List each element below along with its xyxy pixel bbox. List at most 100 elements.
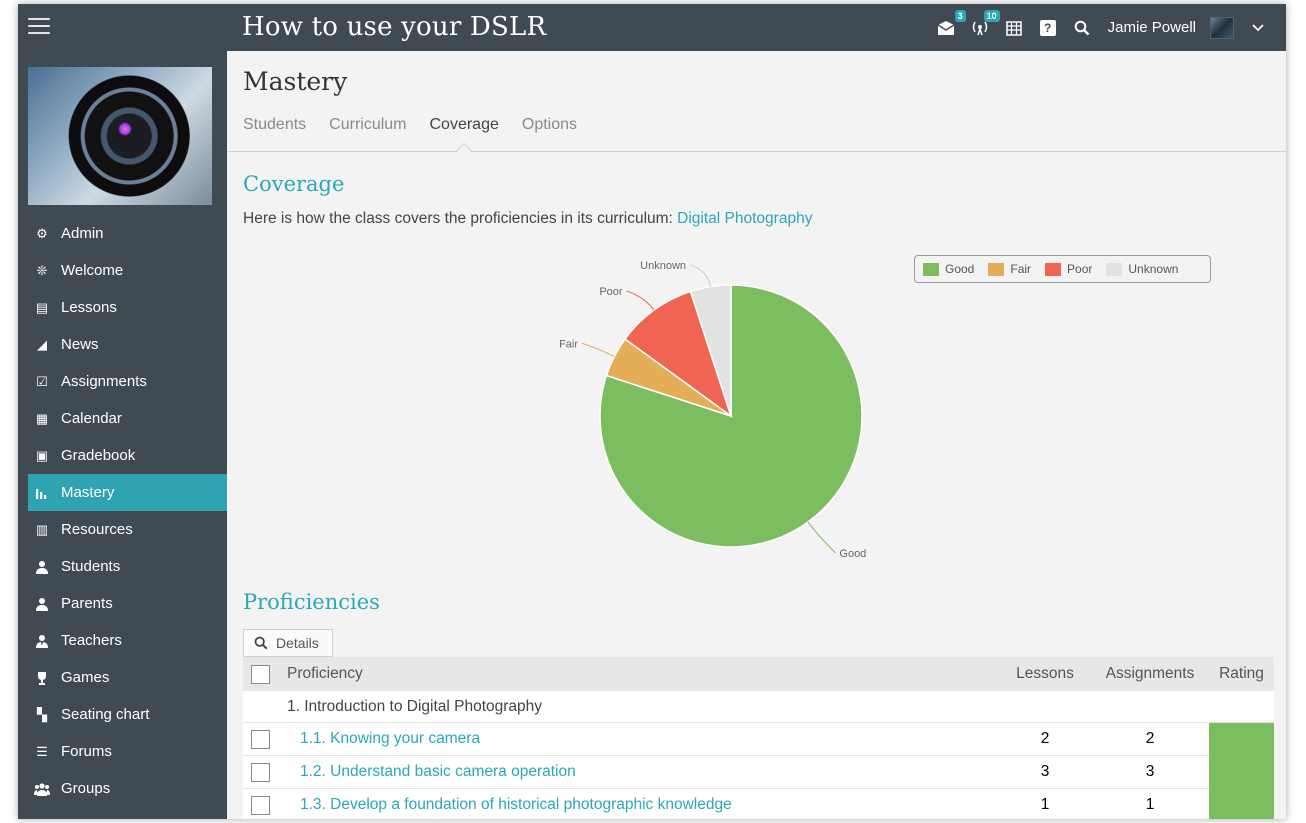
main-content: Mastery Students Curriculum Coverage Opt… [227, 51, 1286, 819]
assignments-count: 3 [1145, 763, 1155, 780]
user-icon [34, 596, 50, 612]
sidebar-item-label: Mastery [61, 484, 115, 501]
lessons-count: 3 [1040, 763, 1050, 780]
row-checkbox[interactable] [251, 729, 270, 749]
top-toolbar: 3 10 ? Jamie Powell [936, 4, 1268, 51]
lessons-count: 1 [1040, 796, 1050, 813]
teacher-icon [34, 633, 50, 649]
proficiency-table: Proficiency Lessons Assignments Rating 1… [243, 657, 1274, 819]
sidebar-item-mastery[interactable]: Mastery [28, 474, 227, 511]
sidebar-item-assignments[interactable]: ☑ Assignments [18, 363, 227, 400]
sidebar-item-welcome[interactable]: ❊ Welcome [18, 252, 227, 289]
notifications-badge: 10 [983, 9, 1000, 22]
sidebar-item-label: Welcome [61, 262, 124, 279]
tab-options[interactable]: Options [522, 116, 577, 134]
messages-badge: 3 [954, 9, 966, 22]
chart-legend: Good Fair Poor Unknown [914, 255, 1211, 283]
tab-curriculum[interactable]: Curriculum [329, 116, 406, 134]
details-button[interactable]: Details [243, 629, 333, 657]
sidebar-item-teachers[interactable]: Teachers [18, 622, 227, 659]
sidebar-item-label: Calendar [61, 410, 122, 427]
proficiency-link[interactable]: 1.3. Develop a foundation of historical … [300, 796, 732, 814]
avatar[interactable] [1210, 16, 1234, 39]
pie-label-poor: Poor [599, 286, 623, 298]
sidebar-item-resources[interactable]: ▥ Resources [18, 511, 227, 548]
chevron-down-icon[interactable] [1248, 18, 1268, 38]
seating-icon: ▚ [37, 706, 47, 722]
legend-item-good[interactable]: Good [923, 262, 974, 276]
messages-icon[interactable]: 3 [936, 9, 966, 38]
sidebar-item-label: Parents [61, 595, 113, 612]
sidebar-item-news[interactable]: ◢ News [18, 326, 227, 363]
menu-icon[interactable] [28, 18, 50, 36]
notifications-icon[interactable]: 10 [970, 9, 1000, 38]
curriculum-link[interactable]: Digital Photography [677, 210, 812, 227]
sidebar-item-students[interactable]: Students [18, 548, 227, 585]
tab-students[interactable]: Students [243, 116, 306, 134]
table-row: 1.2. Understand basic camera operation 3… [243, 756, 1274, 789]
tab-coverage[interactable]: Coverage [430, 116, 499, 134]
select-all-checkbox[interactable] [251, 664, 270, 684]
sidebar-item-forums[interactable]: ☰ Forums [18, 733, 227, 770]
sidebar-item-label: Assignments [61, 373, 147, 390]
list-icon: ☰ [36, 743, 48, 759]
app-window: How to use your DSLR 3 10 ? Jamie Powell [18, 4, 1286, 819]
user-icon [34, 559, 50, 575]
sidebar-item-label: Students [61, 558, 121, 575]
sidebar-item-calendar[interactable]: ▦ Calendar [18, 400, 227, 437]
rating-cell [1209, 789, 1274, 819]
coverage-description-text: Here is how the class covers the profici… [243, 210, 678, 227]
sidebar-item-label: Teachers [61, 632, 122, 649]
legend-item-poor[interactable]: Poor [1045, 262, 1092, 276]
sidebar-item-groups[interactable]: Groups [18, 770, 227, 807]
sidebar-item-lessons[interactable]: ▤ Lessons [18, 289, 227, 326]
tab-bar: Students Curriculum Coverage Options [243, 116, 577, 134]
coverage-description: Here is how the class covers the profici… [243, 210, 812, 228]
sidebar-item-label: Seating chart [61, 706, 150, 723]
search-icon [254, 636, 268, 650]
sidebar-item-admin[interactable]: ⚙ Admin [18, 215, 227, 252]
legend-label: Poor [1067, 262, 1093, 276]
pie-leader-line [581, 342, 615, 357]
rating-cell [1209, 756, 1274, 789]
column-header-assignments[interactable]: Assignments [1100, 665, 1200, 683]
table-row: 1.1. Knowing your camera 2 2 [243, 723, 1274, 756]
legend-item-fair[interactable]: Fair [988, 262, 1031, 276]
pie-label-good: Good [839, 548, 866, 560]
library-icon: ▥ [35, 521, 49, 537]
rating-cell [1209, 723, 1274, 756]
search-icon[interactable] [1072, 18, 1092, 38]
user-name[interactable]: Jamie Powell [1108, 19, 1196, 36]
sidebar-item-label: Gradebook [61, 447, 136, 464]
proficiency-link[interactable]: 1.2. Understand basic camera operation [300, 763, 576, 781]
bar-chart-icon [34, 485, 50, 501]
sidebar-item-seating-chart[interactable]: ▚ Seating chart [18, 696, 227, 733]
column-header-proficiency[interactable]: Proficiency [287, 665, 363, 683]
page-title: Mastery [243, 67, 348, 96]
book-icon: ▤ [35, 299, 49, 315]
legend-item-unknown[interactable]: Unknown [1106, 262, 1178, 276]
column-header-lessons[interactable]: Lessons [1013, 665, 1077, 683]
proficiency-link[interactable]: 1.1. Knowing your camera [300, 730, 480, 748]
row-checkbox[interactable] [251, 795, 270, 815]
column-header-rating[interactable]: Rating [1209, 657, 1274, 691]
row-checkbox[interactable] [251, 762, 270, 782]
pie-label-fair: Fair [559, 338, 578, 350]
sidebar-item-gradebook[interactable]: ▣ Gradebook [18, 437, 227, 474]
sidebar-item-games[interactable]: Games [18, 659, 227, 696]
pie-leader-line [689, 264, 712, 287]
calendar-icon[interactable] [1004, 18, 1024, 38]
legend-label: Unknown [1128, 262, 1179, 276]
trophy-icon [34, 670, 50, 686]
table-group-row: 1. Introduction to Digital Photography [243, 691, 1274, 723]
pie-leader-line [807, 521, 836, 554]
assignments-count: 1 [1145, 796, 1155, 813]
help-icon[interactable]: ? [1038, 18, 1058, 38]
megaphone-icon: ◢ [37, 336, 47, 352]
sidebar-item-parents[interactable]: Parents [18, 585, 227, 622]
legend-label: Good [945, 262, 975, 276]
gear-icon: ⚙ [36, 225, 48, 241]
sidebar-item-label: Resources [61, 521, 133, 538]
sidebar-nav: ⚙ Admin ❊ Welcome ▤ Lessons ◢ News ☑ Assignme… [18, 215, 227, 807]
sidebar-item-label: Lessons [61, 299, 117, 316]
